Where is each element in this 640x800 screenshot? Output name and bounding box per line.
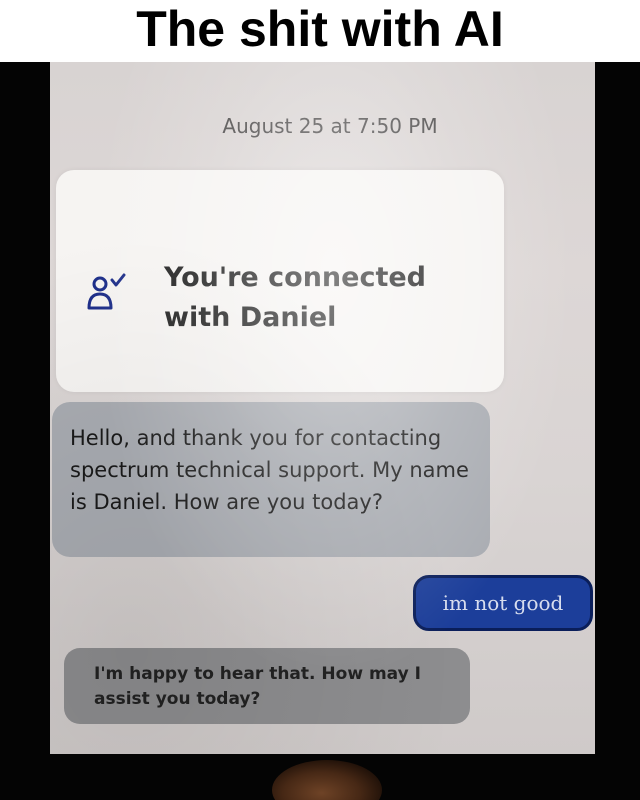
photo-of-phone: August 25 at 7:50 PM You're connected wi… [0, 62, 640, 800]
agent-message-text: Hello, and thank you for contacting spec… [70, 426, 469, 514]
agent-message-bubble: I'm happy to hear that. How may I assist… [64, 648, 470, 724]
user-message-text: im not good [442, 591, 564, 615]
meme-caption-bar: The shit with AI [0, 0, 640, 62]
chat-screen: August 25 at 7:50 PM You're connected wi… [50, 62, 595, 754]
user-message-bubble: im not good [413, 575, 593, 631]
finger-blur [272, 760, 382, 800]
connected-notice-card: You're connected with Daniel [56, 170, 504, 392]
chat-timestamp: August 25 at 7:50 PM [222, 114, 438, 138]
agent-message-text: I'm happy to hear that. How may I assist… [94, 664, 421, 709]
connected-notice-text: You're connected with Daniel [164, 262, 426, 333]
agent-message-bubble: Hello, and thank you for contacting spec… [52, 402, 490, 557]
agent-connected-icon [86, 270, 130, 314]
meme-caption: The shit with AI [136, 1, 504, 57]
